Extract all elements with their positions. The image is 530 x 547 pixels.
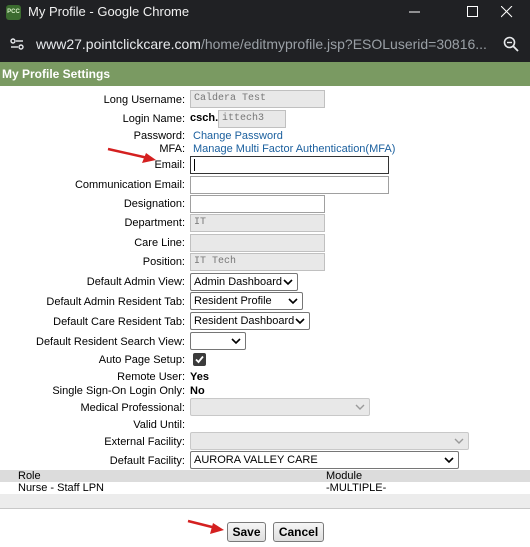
designation-field[interactable] [190,195,325,213]
chevron-down-icon [454,438,464,444]
table-row: Nurse - Staff LPN -MULTIPLE- [0,482,530,494]
external-facility-select [190,432,469,450]
site-info-icon[interactable] [8,35,26,53]
change-password-link[interactable]: Change Password [193,130,283,142]
medical-professional-select [190,398,370,416]
department-label: Department: [124,217,185,229]
browser-title-bar: PCC My Profile - Google Chrome [0,0,530,25]
default-resident-search-view-label: Default Resident Search View: [36,336,185,348]
medical-professional-label: Medical Professional: [80,402,185,414]
login-name-label: Login Name: [122,113,185,125]
close-window-button[interactable] [484,0,530,25]
default-admin-resident-tab-label: Default Admin Resident Tab: [46,296,185,308]
section-header: My Profile Settings [0,62,530,86]
chevron-down-icon [283,279,293,286]
chevron-down-icon [288,298,298,305]
login-name-field: ittech3 [218,110,286,128]
email-field[interactable] [190,156,389,174]
designation-label: Designation: [123,198,185,210]
default-care-resident-tab-select[interactable]: Resident Dashboard [190,312,310,330]
chevron-down-icon [231,338,241,345]
default-facility-label: Default Facility: [109,455,185,467]
role-table-header: Role Module [0,470,530,482]
position-field: IT Tech [190,253,325,271]
table-row-filler [0,494,530,508]
address-bar: www27.pointclickcare.com/home/editmyprof… [0,25,530,62]
manage-mfa-link[interactable]: Manage Multi Factor Authentication(MFA) [193,143,395,155]
minimize-button[interactable] [392,0,438,25]
communication-email-label: Communication Email: [74,179,185,191]
default-admin-view-select[interactable]: Admin Dashboard [190,273,298,291]
url-host: www27.pointclickcare.com [36,36,201,52]
zoom-icon[interactable] [502,35,520,53]
email-label: Email: [154,159,185,171]
url-path: /home/editmyprofile.jsp?ESOLuserid=30816… [200,36,487,52]
cancel-button[interactable]: Cancel [273,522,324,542]
close-icon [501,6,513,18]
auto-page-setup-checkbox[interactable] [193,353,206,366]
login-name-prefix: csch. [190,112,219,124]
minimize-icon [409,11,420,13]
chevron-down-icon [295,318,305,325]
save-button[interactable]: Save [227,522,266,542]
red-arrow-icon [187,519,224,534]
pcc-favicon-icon: PCC [6,5,21,20]
url-text[interactable]: www27.pointclickcare.com/home/editmyprof… [36,36,487,52]
auto-page-setup-label: Auto Page Setup: [98,354,185,366]
role-cell: Nurse - Staff LPN [18,482,104,494]
position-label: Position: [142,256,185,268]
divider [0,508,530,509]
remote-user-value: Yes [190,371,209,383]
module-column-header: Module [326,470,363,482]
care-line-field [190,234,325,252]
role-column-header: Role [18,470,41,482]
care-line-label: Care Line: [134,237,185,249]
password-label: Password: [133,130,185,142]
sso-login-only-value: No [190,385,205,397]
long-username-field: Caldera Test [190,90,325,108]
remote-user-label: Remote User: [117,371,185,383]
external-facility-label: External Facility: [104,436,185,448]
section-title: My Profile Settings [2,67,111,81]
default-care-resident-tab-label: Default Care Resident Tab: [53,316,185,328]
chevron-down-icon [355,404,365,410]
window-title: My Profile - Google Chrome [28,4,190,19]
maximize-icon [467,6,478,17]
sso-login-only-label: Single Sign-On Login Only: [52,385,185,397]
chevron-down-icon [444,457,454,464]
valid-until-label: Valid Until: [133,419,185,431]
default-resident-search-view-select[interactable] [190,332,246,350]
department-field: IT [190,214,325,232]
default-facility-select[interactable]: AURORA VALLEY CARE [190,451,459,469]
communication-email-field[interactable] [190,176,389,194]
default-admin-resident-tab-select[interactable]: Resident Profile [190,292,303,310]
long-username-label: Long Username: [103,94,185,106]
text-cursor [194,159,195,171]
default-admin-view-label: Default Admin View: [86,276,185,288]
module-cell: -MULTIPLE- [326,482,387,494]
